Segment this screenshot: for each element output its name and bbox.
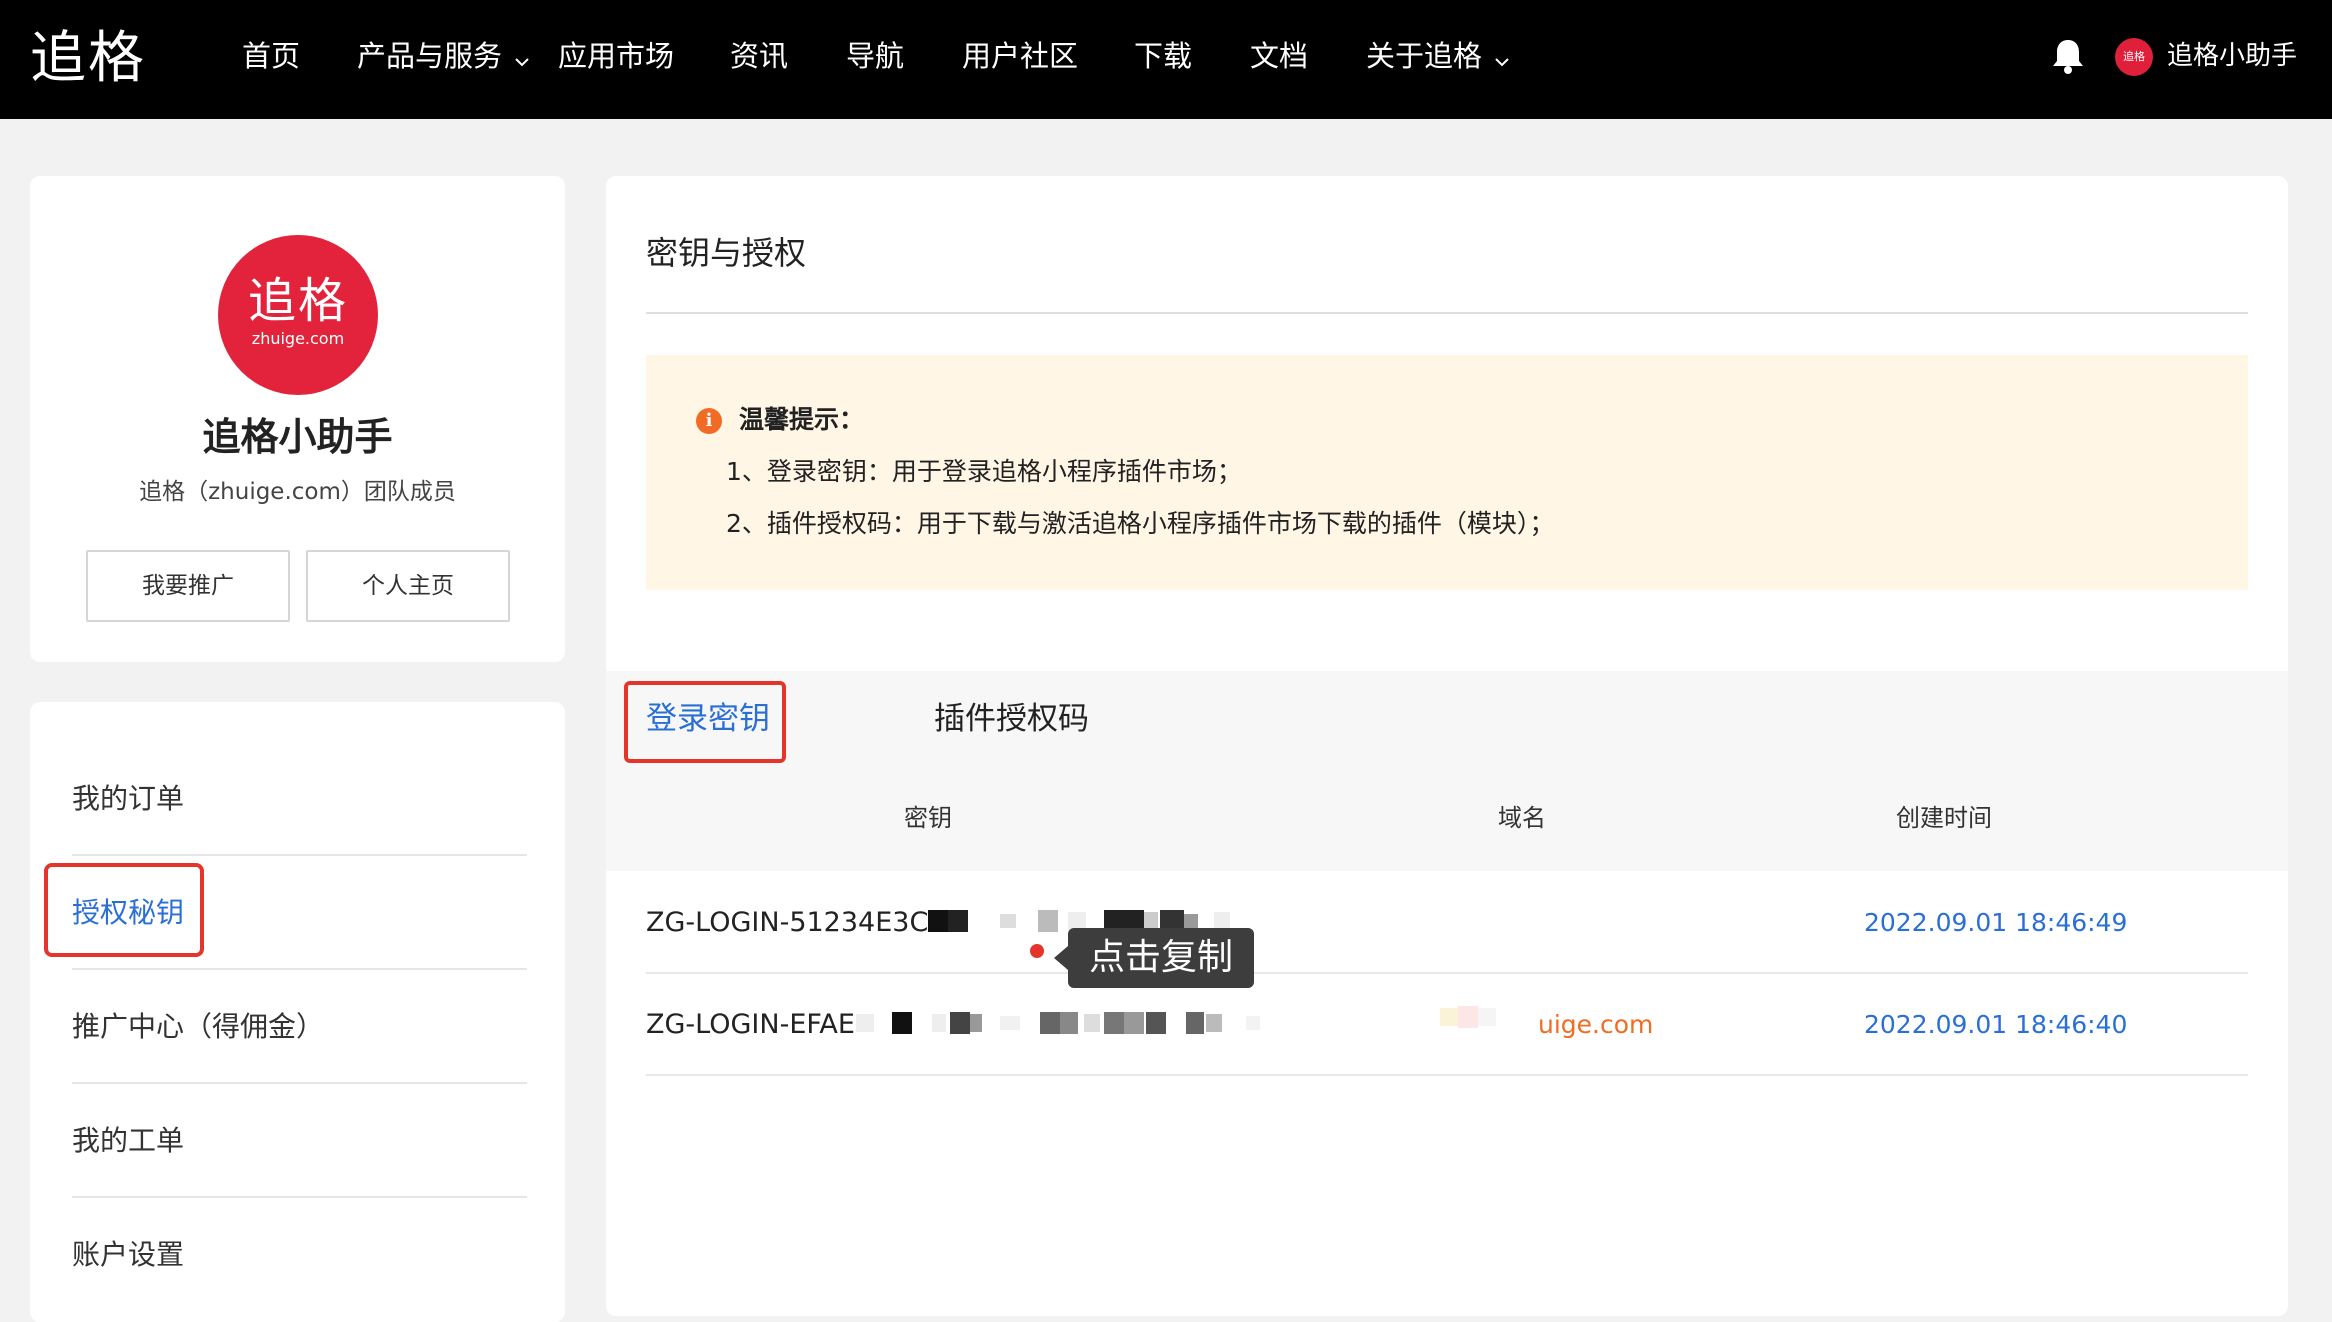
user-name[interactable]: 追格小助手 — [2167, 36, 2297, 76]
redacted-mosaic — [1440, 1006, 1496, 1028]
top-navbar: 追格 首页 产品与服务 应用市场 资讯 导航 用户社区 下载 文档 关于追格 追… — [0, 0, 2332, 119]
promote-button[interactable]: 我要推广 — [86, 550, 290, 622]
nav-about[interactable]: 关于追格 — [1366, 36, 1510, 76]
profile-avatar: 追格 zhuige.com — [218, 235, 378, 395]
sidebar-item-promotion[interactable]: 推广中心（得佣金） — [72, 970, 527, 1084]
profile-subtitle: 追格（zhuige.com）团队成员 — [139, 479, 456, 505]
column-header-created: 创建时间 — [1896, 804, 1992, 832]
profile-name: 追格小助手 — [202, 415, 393, 459]
profile-card: 追格 zhuige.com 追格小助手 追格（zhuige.com）团队成员 我… — [30, 176, 565, 662]
nav-community[interactable]: 用户社区 — [962, 36, 1078, 76]
click-indicator-dot — [1030, 944, 1044, 958]
main-content: 密钥与授权 i 温馨提示： 1、登录密钥：用于登录追格小程序插件市场； 2、插件… — [606, 176, 2288, 1316]
nav-products-label: 产品与服务 — [357, 39, 503, 73]
column-header-domain: 域名 — [1498, 804, 1546, 832]
profile-logo-cn: 追格 — [247, 273, 348, 329]
nav-app-market[interactable]: 应用市场 — [558, 36, 674, 76]
sidebar-item-account-settings[interactable]: 账户设置 — [72, 1198, 527, 1312]
sidebar-menu: 我的订单 授权秘钥 推广中心（得佣金） 我的工单 账户设置 — [30, 702, 565, 1322]
tooltip-arrow — [1054, 946, 1068, 970]
page-title: 密钥与授权 — [646, 234, 807, 272]
nav-home[interactable]: 首页 — [242, 36, 300, 76]
notice-line: 1、登录密钥：用于登录追格小程序插件市场； — [726, 457, 1242, 486]
notice-box: i 温馨提示： 1、登录密钥：用于登录追格小程序插件市场； 2、插件授权码：用于… — [646, 355, 2248, 590]
sidebar-item-tickets[interactable]: 我的工单 — [72, 1084, 527, 1198]
nav-about-label: 关于追格 — [1366, 39, 1483, 73]
redacted-mosaic — [856, 1012, 1260, 1034]
nav-download[interactable]: 下载 — [1134, 36, 1192, 76]
table-row: ZG-LOGIN-51234E3C-1 2022.09.01 18:46:49 — [646, 872, 2248, 974]
tabs-header — [606, 671, 2288, 871]
avatar[interactable]: 追格 — [2115, 38, 2153, 76]
chevron-down-icon — [514, 38, 530, 78]
key-value[interactable]: ZG-LOGIN-EFAE — [646, 1005, 855, 1045]
created-time: 2022.09.01 18:46:40 — [1864, 1010, 2128, 1039]
highlight-box-tab — [624, 681, 786, 763]
chevron-down-icon — [1494, 38, 1510, 78]
homepage-button[interactable]: 个人主页 — [306, 550, 510, 622]
nav-navigation[interactable]: 导航 — [846, 36, 904, 76]
nav-products[interactable]: 产品与服务 — [357, 36, 530, 76]
key-value[interactable]: ZG-LOGIN-51234E3C-1 — [646, 903, 955, 943]
nav-news[interactable]: 资讯 — [730, 36, 788, 76]
divider — [646, 312, 2248, 314]
bell-icon[interactable] — [2050, 36, 2086, 76]
sidebar-item-orders[interactable]: 我的订单 — [72, 742, 527, 856]
highlight-box-sidebar — [44, 863, 204, 957]
tab-plugin-auth-code[interactable]: 插件授权码 — [934, 691, 1089, 747]
site-logo[interactable]: 追格 — [30, 24, 146, 94]
notice-title: 温馨提示： — [739, 405, 865, 434]
created-time: 2022.09.01 18:46:49 — [1864, 908, 2128, 937]
copy-tooltip: 点击复制 — [1068, 928, 1254, 988]
notice-line: 2、插件授权码：用于下载与激活追格小程序插件市场下载的插件（模块）； — [726, 509, 1555, 538]
column-header-key: 密钥 — [904, 804, 952, 832]
profile-logo-en: zhuige.com — [251, 329, 345, 348]
domain-value: uige.com — [1538, 1010, 1654, 1039]
nav-docs[interactable]: 文档 — [1250, 36, 1308, 76]
info-icon: i — [696, 408, 722, 434]
